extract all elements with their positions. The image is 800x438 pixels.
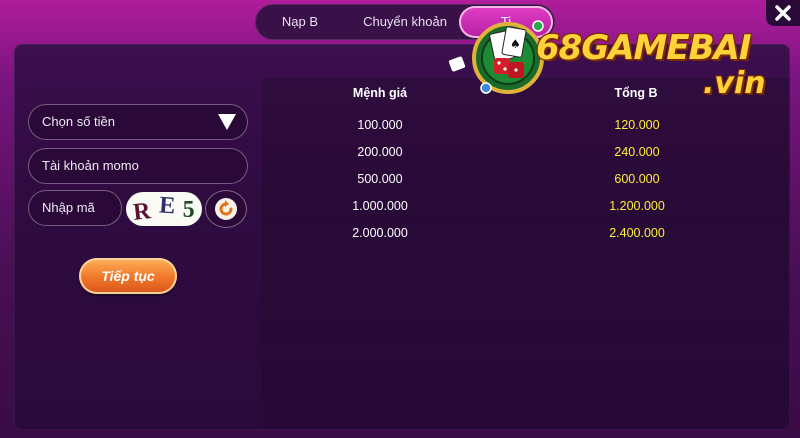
captcha-code-input[interactable]: Nhập mã xyxy=(28,190,122,226)
total-b-cell: 2.400.000 xyxy=(609,226,665,240)
captcha-char-1: R xyxy=(132,197,153,226)
total-b-cell: 120.000 xyxy=(614,118,660,132)
denomination-cell: 2.000.000 xyxy=(352,226,408,240)
amount-select[interactable]: Chọn số tiền xyxy=(28,104,248,140)
denomination-cell: 500.000 xyxy=(357,172,403,186)
momo-account-field[interactable]: Tài khoản momo xyxy=(28,148,248,184)
denomination-cell: 200.000 xyxy=(357,145,403,159)
tab-chuyen-khoan[interactable]: Chuyển khoản xyxy=(350,4,460,40)
table-row: 2.000.000 2.400.000 xyxy=(300,226,720,246)
total-b-cell: 1.200.000 xyxy=(609,199,665,213)
total-b-cell: 240.000 xyxy=(614,145,660,159)
triangle-down-icon xyxy=(218,114,236,130)
total-b-cell: 600.000 xyxy=(614,172,660,186)
captcha-char-3: 5 xyxy=(182,196,195,223)
table-row: 500.000 600.000 xyxy=(300,172,720,192)
denomination-cell: 1.000.000 xyxy=(352,199,408,213)
column-header-total-b: Tổng B xyxy=(614,86,658,100)
column-header-denomination: Mệnh giá xyxy=(352,86,408,100)
table-row: 200.000 240.000 xyxy=(300,145,720,165)
captcha-char-2: E xyxy=(158,191,176,220)
denomination-cell: 100.000 xyxy=(357,118,403,132)
continue-button[interactable]: Tiếp tục xyxy=(79,258,177,294)
captcha-code-placeholder: Nhập mã xyxy=(42,200,95,215)
refresh-captcha-button[interactable] xyxy=(205,190,247,228)
svg-text:♠: ♠ xyxy=(510,37,521,51)
tab-nap-b[interactable]: Nạp B xyxy=(255,4,345,40)
table-row: 1.000.000 1.200.000 xyxy=(300,199,720,219)
amount-select-label: Chọn số tiền xyxy=(42,114,115,129)
logo-title: 68GAMEBAI xyxy=(536,28,751,68)
table-row: 100.000 120.000 xyxy=(300,118,720,138)
refresh-icon xyxy=(215,198,237,220)
logo-domain: .vin xyxy=(703,66,766,101)
momo-account-placeholder: Tài khoản momo xyxy=(42,158,139,173)
captcha-image: R E 5 xyxy=(126,192,202,226)
